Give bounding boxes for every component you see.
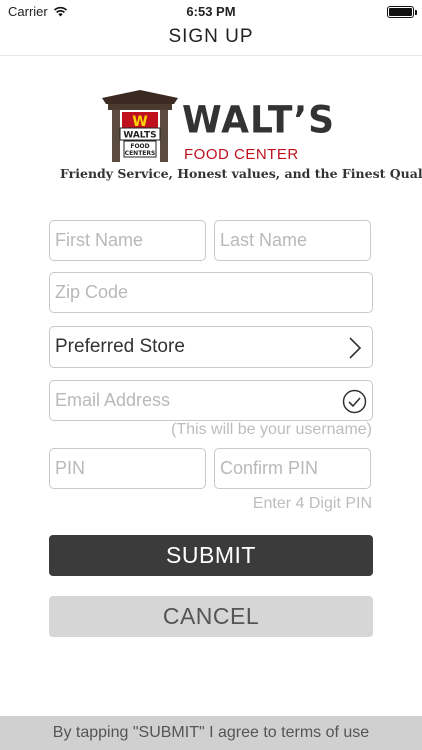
navigation-bar: SIGN UP xyxy=(0,24,422,56)
status-bar: Carrier 6:53 PM xyxy=(0,0,422,24)
email-input[interactable] xyxy=(50,381,372,420)
first-name-field[interactable] xyxy=(49,220,206,261)
preferred-store-label: Preferred Store xyxy=(55,336,185,357)
terms-footer[interactable]: By tapping "SUBMIT" I agree to terms of … xyxy=(0,716,422,750)
status-time: 6:53 PM xyxy=(186,4,236,19)
sign-sub-2: CENTERS xyxy=(125,150,156,157)
storefront-sign-icon: W WALTS FOOD CENTERS xyxy=(102,90,178,162)
zip-code-input[interactable] xyxy=(50,273,372,312)
check-circle-icon xyxy=(342,389,367,414)
logo-name: WALT’S xyxy=(182,98,336,143)
preferred-store-select[interactable]: Preferred Store xyxy=(49,326,373,368)
sign-name: WALTS xyxy=(123,131,156,141)
chevron-right-icon xyxy=(349,337,362,359)
cancel-button[interactable]: CANCEL xyxy=(49,596,373,637)
page-title: SIGN UP xyxy=(168,26,254,47)
logo-subtitle: FOOD CENTER xyxy=(184,146,299,163)
logo-tagline: Friendy Service, Honest values, and the … xyxy=(60,166,422,181)
submit-button[interactable]: SUBMIT xyxy=(49,535,373,576)
last-name-input[interactable] xyxy=(215,221,370,260)
zip-code-field[interactable] xyxy=(49,272,373,313)
pin-field[interactable] xyxy=(49,448,206,489)
last-name-field[interactable] xyxy=(214,220,371,261)
email-field[interactable] xyxy=(49,380,373,421)
sign-sub-1: FOOD xyxy=(130,143,149,150)
confirm-pin-input[interactable] xyxy=(215,449,370,488)
battery-icon xyxy=(387,6,417,18)
walts-logo: W WALTS FOOD CENTERS WALT’S FOOD CENTER … xyxy=(60,88,422,184)
email-helper-text: (This will be your username) xyxy=(171,421,372,438)
first-name-input[interactable] xyxy=(50,221,205,260)
pin-helper-text: Enter 4 Digit PIN xyxy=(252,495,372,512)
pin-input[interactable] xyxy=(50,449,205,488)
confirm-pin-field[interactable] xyxy=(214,448,371,489)
terms-text[interactable]: By tapping "SUBMIT" I agree to terms of … xyxy=(53,724,369,742)
